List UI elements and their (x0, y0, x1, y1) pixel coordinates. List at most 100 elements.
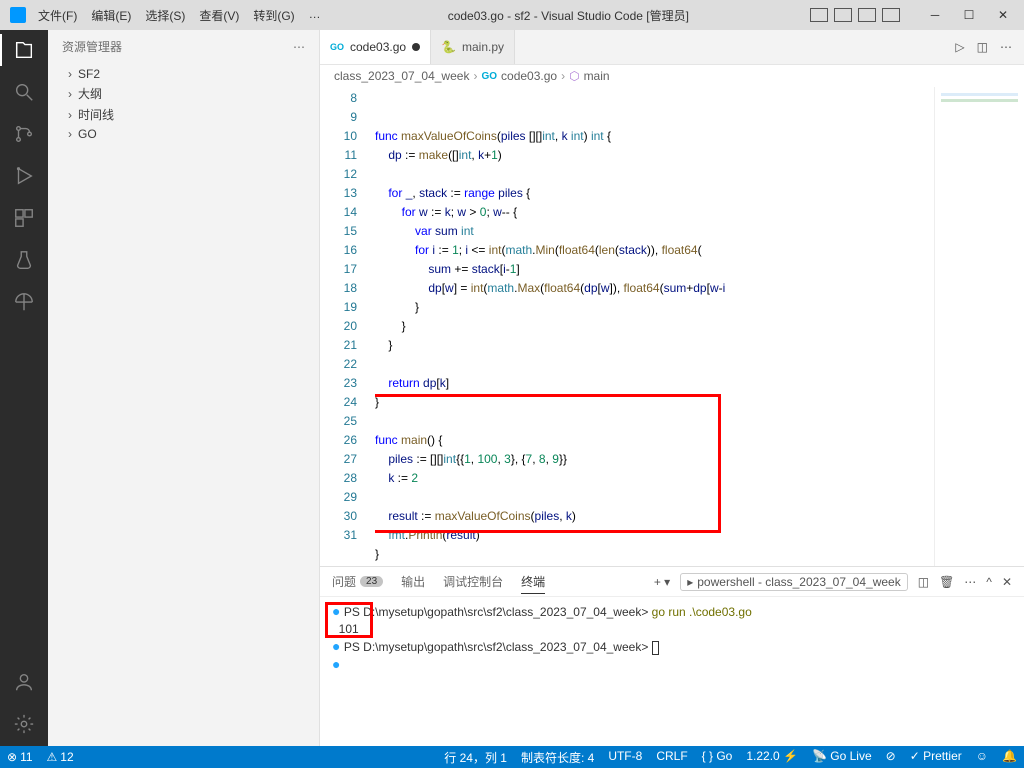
tab-main-py[interactable]: 🐍 main.py (431, 30, 515, 64)
panel-tabs: 问题23 输出 调试控制台 终端 + ▾ ▸powershell - class… (320, 567, 1024, 597)
tab-more-icon[interactable]: ⋯ (1000, 40, 1012, 54)
layout-toggle-4[interactable] (882, 8, 900, 22)
warning-icon: ⚠ (47, 750, 58, 764)
panel-tab-debug[interactable]: 调试控制台 (443, 573, 503, 590)
chevron-right-icon: › (64, 127, 76, 141)
tree-label: SF2 (78, 67, 100, 81)
breadcrumb[interactable]: class_2023_07_04_week › GO code03.go › ⬡… (320, 65, 1024, 87)
activity-debug-icon[interactable] (12, 164, 36, 188)
sidebar-explorer: 资源管理器 ⋯ ›SF2 ›大纲 ›时间线 ›GO (48, 30, 320, 746)
activity-bar (0, 30, 48, 746)
line-gutter: 8910111213141516171819202122232425262728… (320, 87, 375, 566)
titlebar: 文件(F) 编辑(E) 选择(S) 查看(V) 转到(G) … code03.g… (0, 0, 1024, 30)
panel-more-icon[interactable]: ⋯ (964, 575, 976, 589)
panel-tab-terminal[interactable]: 终端 (521, 573, 545, 594)
split-editor-icon[interactable]: ◫ (977, 40, 988, 54)
tree-label: 大纲 (78, 85, 102, 102)
status-warnings[interactable]: ⚠12 (40, 746, 81, 768)
chevron-right-icon: › (561, 69, 565, 83)
tree-item-timeline[interactable]: ›时间线 (48, 104, 319, 125)
breadcrumb-part[interactable]: class_2023_07_04_week (334, 69, 469, 83)
activity-extensions-icon[interactable] (12, 206, 36, 230)
bottom-panel: 问题23 输出 调试控制台 终端 + ▾ ▸powershell - class… (320, 566, 1024, 746)
status-prettier[interactable]: ✓ Prettier (903, 749, 969, 763)
dirty-dot-icon (412, 43, 420, 51)
menu-file[interactable]: 文件(F) (32, 4, 83, 27)
sidebar-more-icon[interactable]: ⋯ (293, 40, 305, 54)
terminal-selector[interactable]: ▸powershell - class_2023_07_04_week (680, 573, 908, 591)
activity-explorer-icon[interactable] (12, 38, 36, 62)
code-content[interactable]: func maxValueOfCoins(piles [][]int, k in… (375, 87, 934, 566)
tab-label: main.py (462, 40, 504, 54)
tree-item-go[interactable]: ›GO (48, 125, 319, 143)
menu-selection[interactable]: 选择(S) (139, 4, 191, 27)
tab-code03-go[interactable]: GO code03.go (320, 30, 431, 64)
minimap[interactable] (934, 87, 1024, 566)
prompt-bullet-icon: ● (332, 603, 340, 619)
symbol-function-icon: ⬡ (569, 69, 579, 83)
terminal-cursor (652, 641, 659, 655)
error-icon: ⊗ (7, 750, 17, 764)
activity-search-icon[interactable] (12, 80, 36, 104)
activity-account-icon[interactable] (12, 670, 36, 694)
menu-more[interactable]: … (303, 4, 327, 27)
status-eol[interactable]: CRLF (649, 749, 694, 763)
status-feedback-icon[interactable]: ☺ (969, 749, 995, 763)
terminal-trash-icon[interactable]: 🗑 (939, 575, 954, 589)
maximize-button[interactable]: ☐ (952, 2, 986, 28)
tab-label: 问题 (332, 573, 356, 590)
status-cursor-pos[interactable]: 行 24，列 1 (437, 749, 514, 766)
status-go-live[interactable]: 📡 Go Live (805, 749, 879, 763)
close-button[interactable]: ✕ (986, 2, 1020, 28)
breadcrumb-part[interactable]: code03.go (501, 69, 557, 83)
panel-close-icon[interactable]: ✕ (1002, 575, 1012, 589)
status-text: 12 (60, 750, 73, 764)
menu-bar: 文件(F) 编辑(E) 选择(S) 查看(V) 转到(G) … (32, 4, 327, 27)
layout-toggle-2[interactable] (834, 8, 852, 22)
tree-item-sf2[interactable]: ›SF2 (48, 65, 319, 83)
terminal-new-icon[interactable]: + ▾ (654, 575, 670, 589)
window-title: code03.go - sf2 - Visual Studio Code [管理… (327, 7, 810, 24)
activity-test-icon[interactable] (12, 248, 36, 272)
chevron-right-icon: › (64, 67, 76, 81)
terminal-line: ● PS D:\mysetup\gopath\src\sf2\class_202… (332, 638, 1012, 656)
status-indent[interactable]: 制表符长度: 4 (514, 749, 601, 766)
status-text: 11 (20, 750, 32, 764)
activity-remote-icon[interactable] (12, 290, 36, 314)
terminal-split-icon[interactable]: ◫ (918, 575, 929, 589)
terminal-path: PS D:\mysetup\gopath\src\sf2\class_2023_… (344, 640, 649, 654)
breadcrumb-part[interactable]: main (584, 69, 610, 83)
layout-toggle-3[interactable] (858, 8, 876, 22)
sidebar-title: 资源管理器 (62, 38, 122, 55)
status-language[interactable]: { } Go (695, 749, 740, 763)
tree-item-outline[interactable]: ›大纲 (48, 83, 319, 104)
status-bell-icon[interactable]: 🔔 (995, 749, 1024, 763)
vscode-icon (10, 7, 26, 23)
panel-tab-problems[interactable]: 问题23 (332, 573, 383, 590)
activity-settings-icon[interactable] (12, 712, 36, 736)
status-no-icon[interactable]: ⊘ (879, 749, 903, 763)
go-file-icon: GO (330, 40, 344, 54)
status-encoding[interactable]: UTF-8 (601, 749, 649, 763)
tab-label: code03.go (350, 40, 406, 54)
terminal-selector-label: powershell - class_2023_07_04_week (697, 575, 900, 589)
chevron-right-icon: › (64, 87, 76, 101)
terminal-output: 101 (332, 621, 1012, 638)
panel-maximize-icon[interactable]: ^ (986, 575, 992, 589)
run-icon[interactable]: ▷ (955, 40, 964, 54)
code-editor[interactable]: 8910111213141516171819202122232425262728… (320, 87, 1024, 566)
menu-view[interactable]: 查看(V) (193, 4, 245, 27)
status-bar: ⊗11 ⚠12 行 24，列 1 制表符长度: 4 UTF-8 CRLF { }… (0, 746, 1024, 768)
menu-edit[interactable]: 编辑(E) (85, 4, 137, 27)
panel-tab-output[interactable]: 输出 (401, 573, 425, 590)
go-file-icon: GO (481, 71, 497, 82)
activity-scm-icon[interactable] (12, 122, 36, 146)
terminal-content[interactable]: ● PS D:\mysetup\gopath\src\sf2\class_202… (320, 597, 1024, 746)
terminal-line: ● (332, 656, 1012, 674)
minimize-button[interactable]: ─ (918, 2, 952, 28)
status-go-version[interactable]: 1.22.0 ⚡ (739, 749, 805, 763)
menu-go[interactable]: 转到(G) (247, 4, 300, 27)
terminal-path: PS D:\mysetup\gopath\src\sf2\class_2023_… (344, 605, 649, 619)
status-errors[interactable]: ⊗11 (0, 746, 40, 768)
layout-toggle-1[interactable] (810, 8, 828, 22)
